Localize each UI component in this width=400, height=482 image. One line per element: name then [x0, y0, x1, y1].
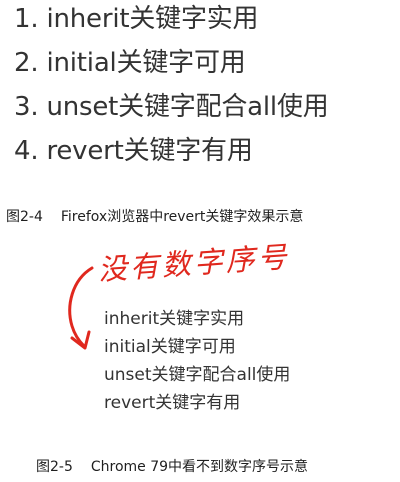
list-item: 4. revert关键字有用 — [14, 136, 253, 166]
caption-text: Chrome 79中看不到数字序号示意 — [90, 459, 309, 475]
caption-text: Firefox浏览器中revert关键字效果示意 — [60, 209, 304, 225]
list-item: initial关键字可用 — [104, 337, 236, 357]
caption-number: 图2-4 — [6, 209, 43, 225]
annotation-arrow-icon — [68, 266, 94, 350]
list-item: 2. initial关键字可用 — [14, 48, 246, 78]
figure-caption-2-4: 图2-4 Firefox浏览器中revert关键字效果示意 — [6, 208, 400, 226]
figure-caption-2-5: 图2-5 Chrome 79中看不到数字序号示意 — [36, 458, 400, 476]
list-item: inherit关键字实用 — [104, 309, 245, 329]
list-item: 3. unset关键字配合all使用 — [14, 92, 329, 122]
list-item: 1. inherit关键字实用 — [14, 4, 259, 34]
handwritten-annotation: 没有数字序号 — [96, 239, 291, 287]
list-item: revert关键字有用 — [104, 393, 241, 413]
caption-number: 图2-5 — [36, 459, 73, 475]
list-item: unset关键字配合all使用 — [104, 365, 291, 385]
